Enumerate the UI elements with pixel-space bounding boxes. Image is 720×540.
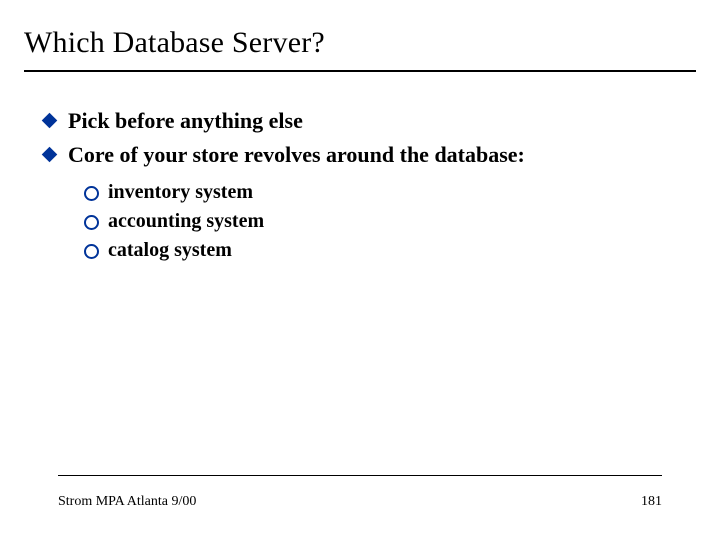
bullet-list-level2: inventory system accounting system catal…	[24, 179, 696, 264]
page-number: 181	[641, 494, 662, 510]
sub-bullet-item: inventory system	[84, 179, 696, 206]
bullet-list-level1: Pick before anything else Core of your s…	[24, 106, 696, 169]
sub-bullet-item: accounting system	[84, 208, 696, 235]
bullet-text: Pick before anything else	[68, 108, 303, 133]
bullet-text: Core of your store revolves around the d…	[68, 142, 525, 167]
sub-bullet-text: accounting system	[108, 210, 264, 232]
footer-left-text: Strom MPA Atlanta 9/00	[58, 494, 196, 510]
bullet-item: Core of your store revolves around the d…	[42, 140, 696, 170]
footer-divider	[58, 475, 662, 476]
bullet-item: Pick before anything else	[42, 106, 696, 136]
slide-title: Which Database Server?	[24, 26, 696, 72]
slide: Which Database Server? Pick before anyth…	[0, 0, 720, 540]
footer: Strom MPA Atlanta 9/00 181	[58, 494, 662, 510]
sub-bullet-text: catalog system	[108, 239, 232, 261]
sub-bullet-item: catalog system	[84, 237, 696, 264]
sub-bullet-text: inventory system	[108, 181, 253, 203]
